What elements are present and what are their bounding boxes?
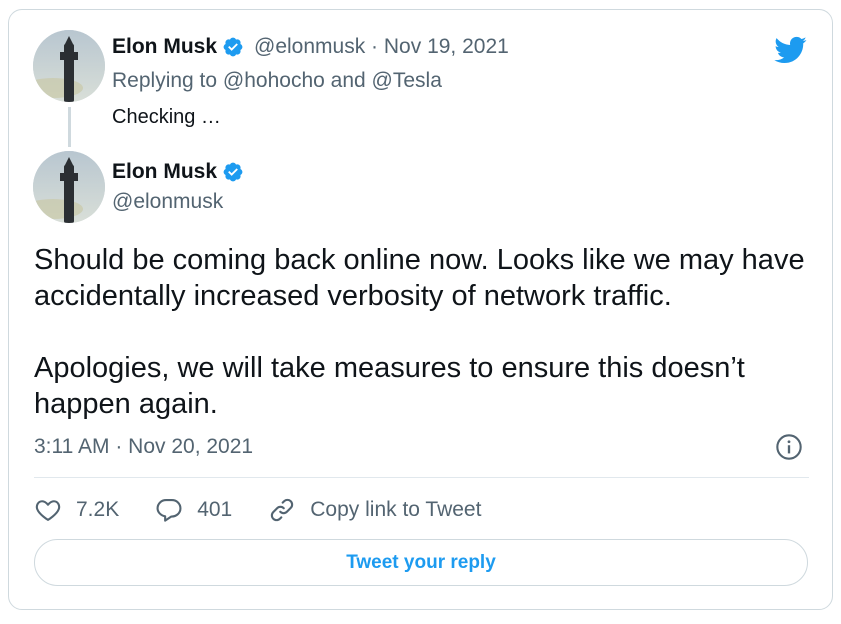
- actions-divider: [34, 477, 809, 478]
- parent-tweet-text: Checking …: [112, 106, 221, 128]
- embedded-tweet-card: Elon Musk @elonmusk · Nov 19, 2021 Reply…: [8, 9, 833, 610]
- replying-to-line: Replying to @hohocho and @Tesla: [112, 69, 442, 93]
- copy-link-label: Copy link to Tweet: [310, 498, 482, 521]
- author-name[interactable]: Elon Musk: [112, 160, 217, 184]
- tweet-time: 3:11 AM: [34, 435, 110, 458]
- heart-icon: [35, 500, 61, 521]
- replying-to-and: and: [324, 69, 372, 92]
- reply-bubble-icon: [156, 499, 182, 522]
- parent-tweet-header: Elon Musk @elonmusk · Nov 19, 2021: [112, 35, 509, 59]
- link-icon: [271, 498, 294, 522]
- twitter-bird-icon[interactable]: [771, 33, 809, 67]
- author-avatar[interactable]: [33, 151, 105, 223]
- tweet-body: Should be coming back online now. Looks …: [34, 242, 814, 422]
- like-button[interactable]: 7.2K: [34, 496, 119, 524]
- verified-badge-icon: [223, 37, 243, 57]
- info-icon[interactable]: [775, 433, 803, 461]
- tweet-paragraph: Should be coming back online now. Looks …: [34, 244, 805, 312]
- replying-to-user-link[interactable]: @hohocho: [223, 69, 325, 92]
- tweet-date: Nov 20, 2021: [128, 435, 254, 458]
- timestamp-separator: ·: [109, 435, 129, 458]
- tweet-your-reply-button[interactable]: Tweet your reply: [34, 539, 808, 586]
- copy-link-button[interactable]: Copy link to Tweet: [268, 496, 481, 524]
- header-separator: ·: [365, 35, 384, 58]
- tweet-paragraph: Apologies, we will take measures to ensu…: [34, 352, 745, 420]
- main-tweet-author-row: Elon Musk: [112, 160, 254, 184]
- author-handle[interactable]: @elonmusk: [112, 190, 223, 214]
- reply-button[interactable]: 401: [155, 496, 232, 524]
- verified-badge-icon: [223, 162, 243, 182]
- parent-author-handle[interactable]: @elonmusk: [254, 35, 365, 59]
- tweet-actions-bar: 7.2K 401 Copy link to Tweet: [34, 494, 481, 526]
- thread-connector-line: [68, 107, 71, 147]
- parent-tweet-date[interactable]: Nov 19, 2021: [384, 35, 509, 59]
- parent-author-name[interactable]: Elon Musk: [112, 35, 217, 59]
- like-count: 7.2K: [76, 498, 120, 521]
- parent-author-avatar[interactable]: [33, 30, 105, 102]
- replying-to-user-link[interactable]: @Tesla: [372, 69, 442, 92]
- replying-to-label: Replying to: [112, 69, 223, 92]
- tweet-timestamp[interactable]: 3:11 AM · Nov 20, 2021: [34, 435, 253, 459]
- reply-count: 401: [197, 498, 233, 521]
